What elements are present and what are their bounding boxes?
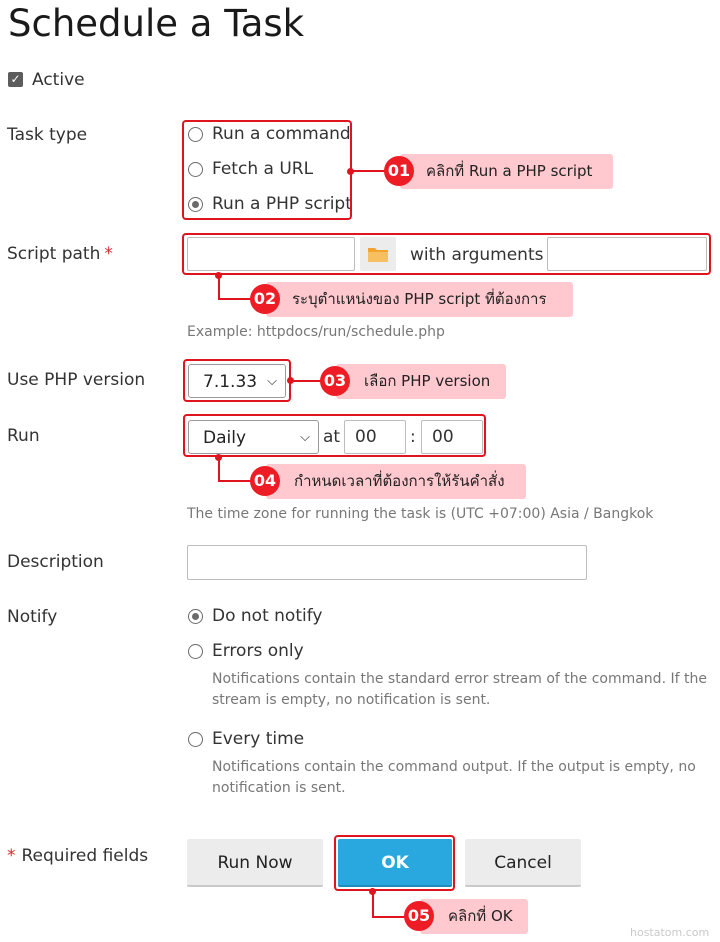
description-input[interactable]	[187, 545, 587, 580]
callout-1-connector	[352, 170, 388, 172]
timezone-note: The time zone for running the task is (U…	[187, 506, 654, 522]
run-now-button[interactable]: Run Now	[187, 839, 323, 887]
highlight-ok-button	[334, 835, 455, 891]
watermark: hostatom.com	[630, 926, 710, 939]
callout-5-number: 05	[404, 901, 434, 931]
callout-5-connector-v	[372, 891, 374, 917]
option-do-not-notify-label: Do not notify	[212, 606, 323, 626]
errors-only-note: Notifications contain the standard error…	[212, 671, 707, 708]
highlight-script-path	[182, 233, 711, 275]
callout-5-text: คลิกที่ OK	[420, 899, 528, 934]
callout-4-connector-h	[218, 480, 252, 482]
callout-4-connector-v	[218, 457, 220, 481]
every-time-note: Notifications contain the command output…	[212, 759, 696, 796]
radio-errors-only[interactable]	[188, 644, 203, 659]
cancel-button[interactable]: Cancel	[465, 839, 581, 887]
callout-4-number: 04	[250, 466, 280, 496]
active-checkbox[interactable]: ✓	[8, 72, 23, 87]
callout-3-text: เลือก PHP version	[336, 364, 506, 399]
callout-3-number: 03	[320, 366, 350, 396]
task-type-label: Task type	[7, 125, 88, 145]
description-label: Description	[7, 552, 104, 572]
radio-every-time[interactable]	[188, 732, 203, 747]
callout-2-number: 02	[250, 284, 280, 314]
script-path-example: Example: httpdocs/run/schedule.php	[187, 324, 445, 340]
notify-label: Notify	[7, 607, 58, 627]
option-every-time-label: Every time	[212, 729, 305, 749]
page-title: Schedule a Task	[8, 2, 305, 45]
highlight-run-time	[183, 414, 486, 457]
radio-do-not-notify[interactable]	[188, 609, 203, 624]
active-label: Active	[32, 70, 85, 90]
callout-4-text: กำหนดเวลาที่ต้องการให้รันคำสั่ง	[266, 464, 526, 499]
callout-5-connector-h	[372, 916, 408, 918]
callout-2-text: ระบุตำแหน่งของ PHP script ที่ต้องการ	[266, 282, 573, 317]
required-fields-note: * Required fields	[7, 846, 149, 866]
script-path-label: Script path *	[7, 244, 113, 264]
php-version-label: Use PHP version	[7, 370, 146, 390]
option-errors-only-label: Errors only	[212, 641, 304, 661]
required-mark: *	[104, 244, 113, 264]
callout-1-text: คลิกที่ Run a PHP script	[400, 154, 613, 189]
callout-3-connector	[292, 380, 322, 382]
highlight-php-version	[183, 359, 291, 402]
highlight-task-type	[182, 120, 352, 220]
callout-1-number: 01	[384, 156, 414, 186]
callout-2-connector-h	[218, 298, 252, 300]
callout-2-connector-v	[218, 275, 220, 299]
run-label: Run	[7, 426, 40, 446]
